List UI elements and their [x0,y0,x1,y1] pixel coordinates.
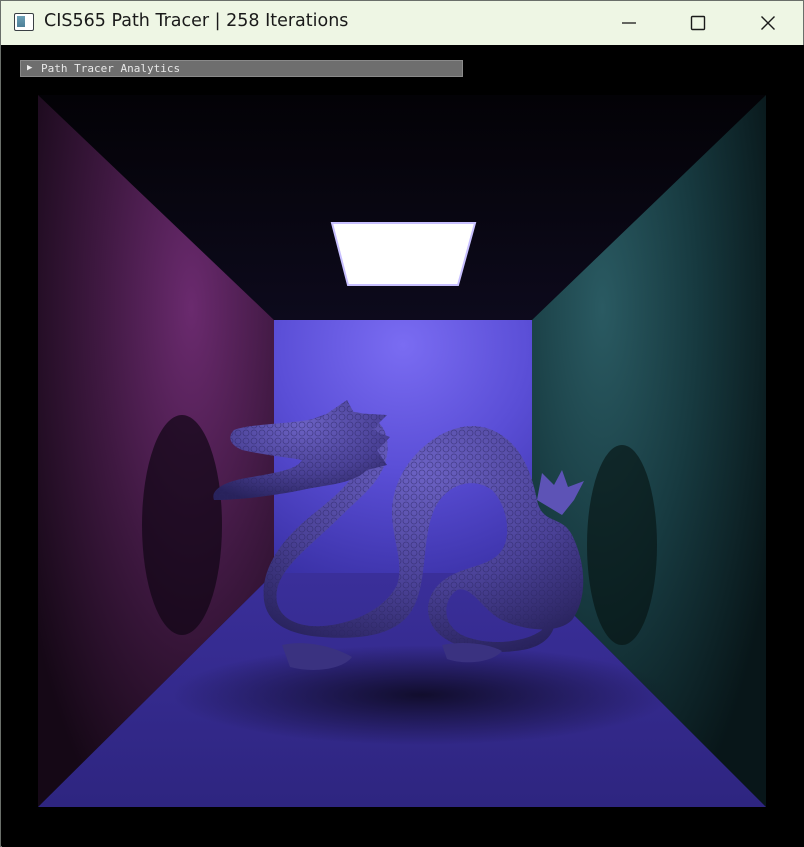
window-title: CIS565 Path Tracer | 258 Iterations [44,11,349,31]
minimize-icon [622,22,636,24]
left-wall-shadow [142,415,222,635]
maximize-button[interactable] [663,1,733,45]
minimize-button[interactable] [594,1,664,45]
rendered-scene [38,95,766,807]
analytics-header-label: Path Tracer Analytics [41,62,181,75]
path-tracer-window: CIS565 Path Tracer | 258 Iterations ▶ Pa… [0,0,804,847]
right-wall-shadow [587,445,657,645]
render-viewport[interactable]: ▶ Path Tracer Analytics [2,45,804,847]
title-bar[interactable]: CIS565 Path Tracer | 258 Iterations [1,1,803,45]
dragon-floor-shadow [172,645,672,745]
ceiling-area-light [330,222,477,286]
maximize-icon [690,15,706,31]
app-window-icon [14,13,34,31]
close-button[interactable] [733,1,803,45]
triangle-right-icon: ▶ [27,63,33,73]
path-tracer-analytics-header[interactable]: ▶ Path Tracer Analytics [20,60,463,77]
close-icon [761,16,775,30]
